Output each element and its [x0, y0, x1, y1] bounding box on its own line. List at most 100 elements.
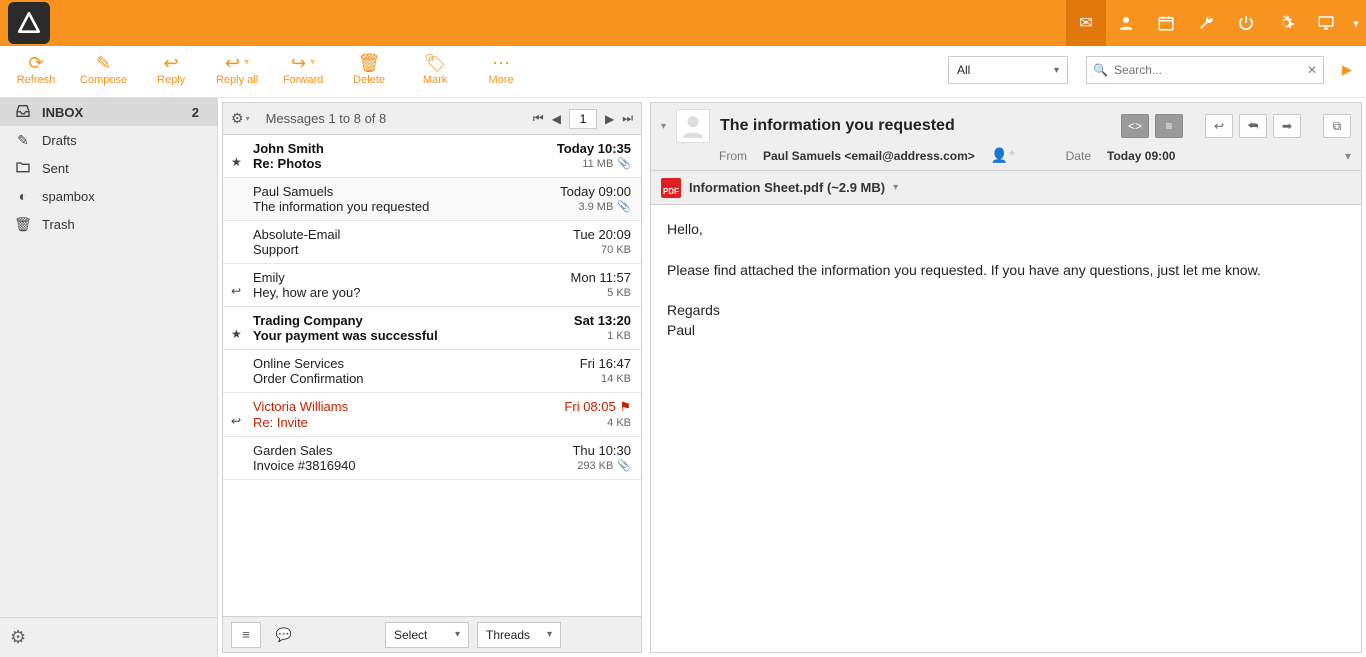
refresh-button[interactable]: ⟳ Refresh	[14, 52, 58, 86]
mark-label: Mark	[423, 74, 447, 86]
folder-count: 2	[192, 105, 203, 120]
reply-icon: ↩	[164, 52, 179, 74]
list-gear-icon[interactable]: ⚙	[231, 110, 244, 127]
threads-dropdown[interactable]: Threads▾	[477, 622, 561, 648]
message-subject: Hey, how are you?	[253, 285, 360, 300]
forward-icon: ↪▾	[291, 52, 315, 74]
message-row[interactable]: Absolute-EmailTue 20:09Support70 KB	[223, 221, 641, 264]
html-view-button[interactable]: <>	[1121, 114, 1149, 138]
pager: ⏮ ◀ ▶ ⏭	[533, 109, 633, 129]
mark-button[interactable]: 🏷 Mark	[413, 52, 457, 86]
wrench-icon[interactable]	[1186, 0, 1226, 46]
clear-search-icon[interactable]: ✕	[1307, 63, 1317, 77]
message-row[interactable]: Online ServicesFri 16:47Order Confirmati…	[223, 350, 641, 393]
trash-icon: 🗑	[358, 52, 381, 74]
compose-button[interactable]: ✎ Compose	[80, 52, 127, 86]
message-from: Garden Sales	[253, 443, 333, 458]
attachment-bar: PDF Information Sheet.pdf (~2.9 MB) ▾	[651, 171, 1361, 205]
message-date: Thu 10:30	[572, 443, 631, 458]
attachment-name[interactable]: Information Sheet.pdf (~2.9 MB)	[689, 180, 885, 195]
calendar-icon[interactable]	[1146, 0, 1186, 46]
settings-gear-icon[interactable]	[1266, 0, 1306, 46]
filter-select[interactable]: All ▾	[948, 56, 1068, 84]
delete-label: Delete	[353, 74, 385, 86]
search-box[interactable]: 🔍 ✕	[1086, 56, 1324, 84]
add-contact-icon[interactable]: 👤⁺	[991, 147, 1016, 164]
plain-view-button[interactable]: ≡	[1155, 114, 1183, 138]
message-date: Mon 11:57	[571, 270, 631, 285]
preview-subject: The information you requested	[720, 117, 1111, 135]
select-label: Select	[394, 628, 427, 642]
preview-collapse-icon[interactable]: ▾	[661, 121, 666, 132]
next-page-icon[interactable]: ▶	[605, 112, 614, 126]
from-value: Paul Samuels <email@address.com>	[763, 149, 975, 163]
search-icon: 🔍	[1093, 63, 1108, 77]
folder-trash[interactable]: 🗑 Trash	[0, 210, 217, 238]
compose-label: Compose	[80, 74, 127, 86]
folder-sent[interactable]: Sent	[0, 154, 217, 182]
user-icon[interactable]	[1106, 0, 1146, 46]
search-input[interactable]	[1114, 63, 1301, 77]
list-view-toggle[interactable]: ≡	[231, 622, 261, 648]
message-size: 70 KB	[601, 244, 631, 256]
reply-button[interactable]: ↩ Reply	[149, 52, 193, 86]
conversation-toggle[interactable]: 💬	[269, 622, 299, 648]
message-row[interactable]: Paul SamuelsToday 09:00The information y…	[223, 178, 641, 221]
attachment-icon: 📎	[617, 157, 631, 170]
prev-page-icon[interactable]: ◀	[552, 112, 561, 126]
last-page-icon[interactable]: ⏭	[622, 111, 633, 126]
header-reply-button[interactable]: ↩	[1205, 114, 1233, 138]
message-size: 14 KB	[601, 373, 631, 385]
attachment-icon: 📎	[617, 459, 631, 472]
header-forward-button[interactable]: ➡	[1273, 114, 1301, 138]
triangle-logo-icon	[16, 10, 42, 36]
folder-spambox[interactable]: ◐spambox	[0, 182, 217, 210]
folder-label: Trash	[42, 217, 203, 232]
reply-all-icon: ↩▾	[225, 52, 249, 74]
inbox-icon	[14, 103, 32, 122]
pencil-icon: ✎	[14, 132, 32, 149]
folder-drafts[interactable]: ✎ Drafts	[0, 126, 217, 154]
pencil-icon: ✎	[96, 52, 111, 74]
message-row[interactable]: ★John SmithToday 10:35Re: Photos11 MB 📎	[223, 135, 641, 178]
message-row[interactable]: Garden SalesThu 10:30Invoice #3816940293…	[223, 437, 641, 480]
forward-button[interactable]: ↪▾ Forward	[281, 52, 325, 86]
refresh-label: Refresh	[17, 74, 56, 86]
message-size: 11 MB 📎	[582, 157, 631, 170]
message-subject: The information you requested	[253, 199, 429, 214]
folder-inbox[interactable]: INBOX2	[0, 98, 217, 126]
open-new-window-button[interactable]: ⧉	[1323, 114, 1351, 138]
first-page-icon[interactable]: ⏮	[533, 111, 544, 126]
message-from: Absolute-Email	[253, 227, 340, 242]
monitor-icon[interactable]	[1306, 0, 1346, 46]
message-row[interactable]: ★Trading CompanySat 13:20Your payment wa…	[223, 307, 641, 350]
power-icon[interactable]	[1226, 0, 1266, 46]
folder-label: Drafts	[42, 133, 203, 148]
list-gear-caret-icon[interactable]: ▾	[246, 114, 250, 123]
attachment-caret-icon[interactable]: ▾	[893, 182, 898, 193]
message-row[interactable]: ↩EmilyMon 11:57Hey, how are you?5 KB	[223, 264, 641, 307]
top-icons: ✉ ▾	[1066, 0, 1366, 46]
header-more-caret-icon[interactable]: ▾	[1345, 149, 1351, 163]
folder-settings-gear-icon[interactable]: ⚙	[10, 627, 26, 648]
reply-all-button[interactable]: ↩▾ Reply all	[215, 52, 259, 86]
more-button[interactable]: ⋯ More	[479, 52, 523, 86]
select-dropdown[interactable]: Select▾	[385, 622, 469, 648]
message-list-footer: ≡ 💬 Select▾ Threads▾	[223, 616, 641, 652]
trash-icon: 🗑	[14, 216, 32, 233]
app-logo[interactable]	[8, 2, 50, 44]
page-input[interactable]	[569, 109, 597, 129]
top-caret-icon[interactable]: ▾	[1346, 0, 1366, 46]
mail-app-icon[interactable]: ✉	[1066, 0, 1106, 46]
delete-button[interactable]: 🗑 Delete	[347, 52, 391, 86]
message-from: Emily	[253, 270, 285, 285]
message-row[interactable]: ↩Victoria WilliamsFri 08:05 ⚑Re: Invite4…	[223, 393, 641, 437]
message-count-label: Messages 1 to 8 of 8	[266, 111, 533, 126]
message-size: 3.9 MB 📎	[578, 200, 631, 213]
date-value: Today 09:00	[1107, 149, 1175, 163]
filter-value: All	[957, 63, 970, 77]
message-size: 1 KB	[607, 330, 631, 342]
expand-arrow-icon[interactable]: ▶	[1342, 62, 1352, 78]
header-reply-all-button[interactable]: ⮪	[1239, 114, 1267, 138]
message-from: Trading Company	[253, 313, 363, 328]
